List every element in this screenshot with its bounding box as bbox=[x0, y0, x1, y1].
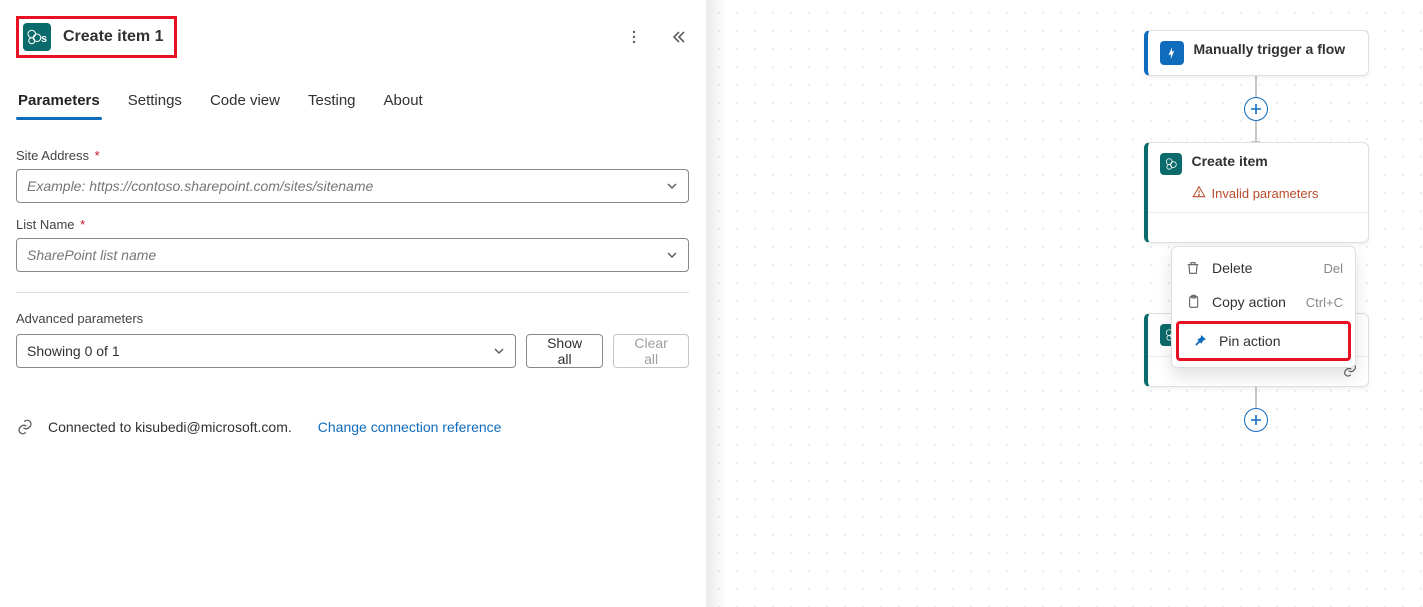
clear-all-button: Clear all bbox=[613, 334, 689, 368]
tab-settings[interactable]: Settings bbox=[126, 84, 184, 119]
more-button[interactable] bbox=[623, 26, 645, 48]
sharepoint-icon: s bbox=[23, 23, 51, 51]
collapse-panel-button[interactable] bbox=[667, 26, 689, 48]
edge bbox=[1255, 387, 1257, 409]
context-menu: Delete Del Copy action Ctrl+C bbox=[1171, 246, 1356, 368]
site-address-label: Site Address * bbox=[16, 148, 689, 163]
panel-title: Create item 1 bbox=[63, 28, 164, 46]
trigger-icon bbox=[1160, 41, 1184, 65]
field-site-address: Site Address * Example: https://contoso.… bbox=[16, 148, 689, 203]
tab-parameters[interactable]: Parameters bbox=[16, 84, 102, 119]
edge-arrow bbox=[1255, 120, 1257, 142]
advanced-showing-text: Showing 0 of 1 bbox=[27, 343, 120, 359]
tab-list: Parameters Settings Code view Testing Ab… bbox=[16, 70, 689, 120]
ctx-item-delete[interactable]: Delete Del bbox=[1172, 251, 1355, 285]
advanced-row: Showing 0 of 1 Show all Clear all bbox=[16, 334, 689, 368]
ctx-pin-label: Pin action bbox=[1219, 333, 1280, 349]
flow-canvas[interactable]: Manually trigger a flow Create item bbox=[706, 0, 1423, 607]
ctx-delete-shortcut: Del bbox=[1323, 261, 1343, 276]
config-panel: s Create item 1 Parameters Settings Code… bbox=[0, 0, 705, 607]
step1-title: Create item bbox=[1192, 153, 1268, 169]
ctx-item-pin[interactable]: Pin action bbox=[1176, 321, 1351, 361]
add-step-button[interactable] bbox=[1244, 97, 1268, 121]
advanced-dropdown[interactable]: Showing 0 of 1 bbox=[16, 334, 516, 368]
trigger-card[interactable]: Manually trigger a flow bbox=[1144, 30, 1369, 76]
list-name-input[interactable]: SharePoint list name bbox=[16, 238, 689, 272]
panel-header: s Create item 1 bbox=[16, 12, 689, 70]
trigger-title: Manually trigger a flow bbox=[1194, 41, 1346, 57]
change-connection-link[interactable]: Change connection reference bbox=[318, 419, 502, 435]
warning-icon bbox=[1192, 185, 1206, 202]
list-name-placeholder: SharePoint list name bbox=[27, 247, 156, 263]
chevron-down-icon bbox=[493, 345, 505, 357]
ctx-item-copy[interactable]: Copy action Ctrl+C bbox=[1172, 285, 1355, 319]
connection-text: Connected to kisubedi@microsoft.com. bbox=[48, 419, 292, 435]
list-name-label: List Name * bbox=[16, 217, 689, 232]
flow-canvas-wrap: Manually trigger a flow Create item bbox=[705, 0, 1423, 607]
chevron-down-icon bbox=[666, 180, 678, 192]
advanced-heading: Advanced parameters bbox=[16, 311, 689, 326]
clipboard-icon bbox=[1184, 293, 1202, 311]
step1-error-row: Invalid parameters bbox=[1148, 185, 1368, 212]
header-actions bbox=[623, 26, 689, 48]
app-root: s Create item 1 Parameters Settings Code… bbox=[0, 0, 1423, 607]
show-all-button[interactable]: Show all bbox=[526, 334, 603, 368]
tab-about[interactable]: About bbox=[382, 84, 425, 119]
field-list-name: List Name * SharePoint list name bbox=[16, 217, 689, 272]
panel-title-wrap: s Create item 1 bbox=[16, 16, 177, 58]
connection-row: Connected to kisubedi@microsoft.com. Cha… bbox=[16, 418, 689, 436]
add-step-button[interactable] bbox=[1244, 408, 1268, 432]
pin-icon bbox=[1191, 332, 1209, 350]
flow-column: Manually trigger a flow Create item bbox=[1106, 30, 1406, 431]
tab-testing[interactable]: Testing bbox=[306, 84, 358, 119]
ctx-copy-label: Copy action bbox=[1212, 294, 1286, 310]
step-create-item[interactable]: Create item Invalid parameters bbox=[1144, 142, 1369, 243]
chevron-down-icon bbox=[666, 249, 678, 261]
tab-code-view[interactable]: Code view bbox=[208, 84, 282, 119]
ctx-copy-shortcut: Ctrl+C bbox=[1306, 295, 1343, 310]
parameters-form: Site Address * Example: https://contoso.… bbox=[16, 120, 689, 436]
link-icon bbox=[16, 418, 34, 436]
step1-error-text: Invalid parameters bbox=[1212, 186, 1319, 201]
trash-icon bbox=[1184, 259, 1202, 277]
divider bbox=[16, 292, 689, 293]
ctx-delete-label: Delete bbox=[1212, 260, 1252, 276]
site-address-placeholder: Example: https://contoso.sharepoint.com/… bbox=[27, 178, 373, 194]
sharepoint-icon bbox=[1160, 153, 1182, 175]
edge bbox=[1255, 76, 1257, 98]
step1-footer bbox=[1148, 212, 1368, 242]
canvas-edge-shadow bbox=[706, 0, 726, 607]
site-address-input[interactable]: Example: https://contoso.sharepoint.com/… bbox=[16, 169, 689, 203]
